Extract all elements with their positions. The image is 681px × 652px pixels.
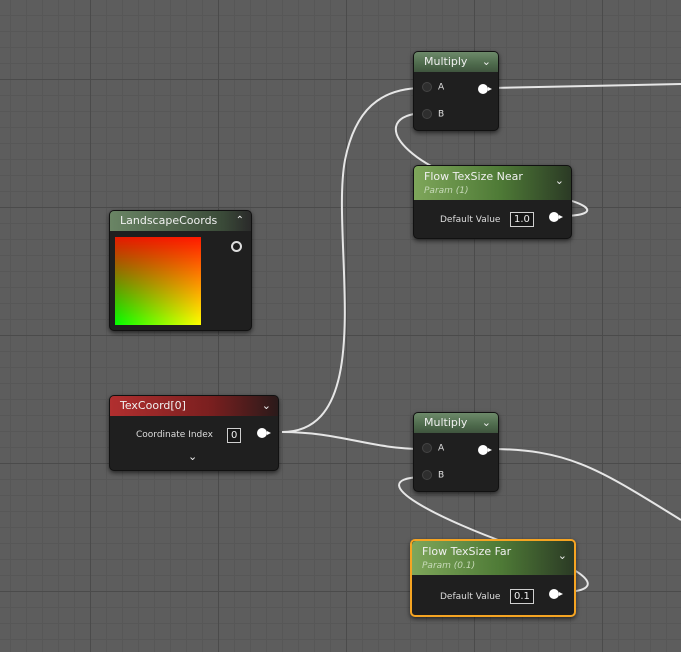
flow-texsize-far-node[interactable]: Flow TexSize Far Param (0.1) ⌄ Default V… xyxy=(410,539,576,617)
wire-texcoord-to-multiply-top-a xyxy=(281,87,424,433)
flow-near-output-pin[interactable] xyxy=(549,212,563,222)
texcoord-index-value[interactable]: 0 xyxy=(227,428,242,443)
multiply-top-pin-b[interactable]: B xyxy=(422,109,444,120)
chevron-down-icon[interactable]: ⌄ xyxy=(482,52,491,72)
flow-far-default-value[interactable]: 0.1 xyxy=(510,589,534,604)
multiply-bottom-title: Multiply xyxy=(424,416,468,429)
landscape-coords-node[interactable]: LandscapeCoords ⌃ xyxy=(109,210,252,331)
chevron-down-icon[interactable]: ⌄ xyxy=(558,549,567,563)
expand-chevron-icon[interactable]: ⌄ xyxy=(188,450,197,463)
pin-dot-icon[interactable] xyxy=(422,443,432,453)
landscape-output-pin[interactable] xyxy=(231,241,242,252)
chevron-up-icon[interactable]: ⌃ xyxy=(236,211,244,231)
landscape-header[interactable]: LandscapeCoords ⌃ xyxy=(110,211,251,231)
multiply-top-pin-a[interactable]: A xyxy=(422,82,444,93)
pin-dot-icon[interactable] xyxy=(422,470,432,480)
texcoord-index-label: Coordinate Index xyxy=(136,430,213,440)
chevron-down-icon[interactable]: ⌄ xyxy=(555,174,564,188)
wire-multiply-top-out xyxy=(489,83,681,89)
chevron-down-icon[interactable]: ⌄ xyxy=(482,413,491,433)
flow-near-header[interactable]: Flow TexSize Near Param (1) ⌄ xyxy=(414,166,571,200)
flow-near-default-value[interactable]: 1.0 xyxy=(510,212,534,227)
multiply-bottom-pin-b[interactable]: B xyxy=(422,470,444,481)
wire-layer xyxy=(281,83,681,593)
chevron-down-icon[interactable]: ⌄ xyxy=(262,396,271,416)
texcoord-node[interactable]: TexCoord[0] ⌄ Coordinate Index 0 ⌄ xyxy=(109,395,279,471)
flow-far-subtitle: Param (0.1) xyxy=(422,561,476,571)
texcoord-header[interactable]: TexCoord[0] ⌄ xyxy=(110,396,278,416)
flow-far-output-pin[interactable] xyxy=(549,589,563,599)
pin-dot-icon[interactable] xyxy=(422,109,432,119)
multiply-top-header[interactable]: Multiply ⌄ xyxy=(414,52,498,72)
pin-dot-icon[interactable] xyxy=(422,82,432,92)
texcoord-title: TexCoord[0] xyxy=(120,399,186,412)
flow-texsize-near-node[interactable]: Flow TexSize Near Param (1) ⌄ Default Va… xyxy=(413,165,572,239)
multiply-node-bottom[interactable]: Multiply ⌄ A B xyxy=(413,412,499,492)
wire-multiply-bottom-out xyxy=(489,448,681,521)
flow-near-default-label: Default Value xyxy=(440,215,501,225)
flow-far-default-label: Default Value xyxy=(440,592,501,602)
wire-texcoord-to-multiply-bottom-a xyxy=(281,431,424,450)
multiply-bottom-pin-a[interactable]: A xyxy=(422,443,444,454)
flow-near-title: Flow TexSize Near xyxy=(424,170,523,183)
multiply-bottom-header[interactable]: Multiply ⌄ xyxy=(414,413,498,433)
multiply-node-top[interactable]: Multiply ⌄ A B xyxy=(413,51,499,131)
texcoord-output-pin[interactable] xyxy=(257,428,271,438)
flow-near-subtitle: Param (1) xyxy=(424,186,469,196)
flow-far-header[interactable]: Flow TexSize Far Param (0.1) ⌄ xyxy=(412,541,574,575)
multiply-top-output-pin[interactable] xyxy=(478,84,492,94)
multiply-top-title: Multiply xyxy=(424,55,468,68)
flow-far-title: Flow TexSize Far xyxy=(422,545,512,558)
landscape-title: LandscapeCoords xyxy=(120,214,218,227)
multiply-bottom-output-pin[interactable] xyxy=(478,445,492,455)
landscape-preview-swatch xyxy=(115,237,201,325)
